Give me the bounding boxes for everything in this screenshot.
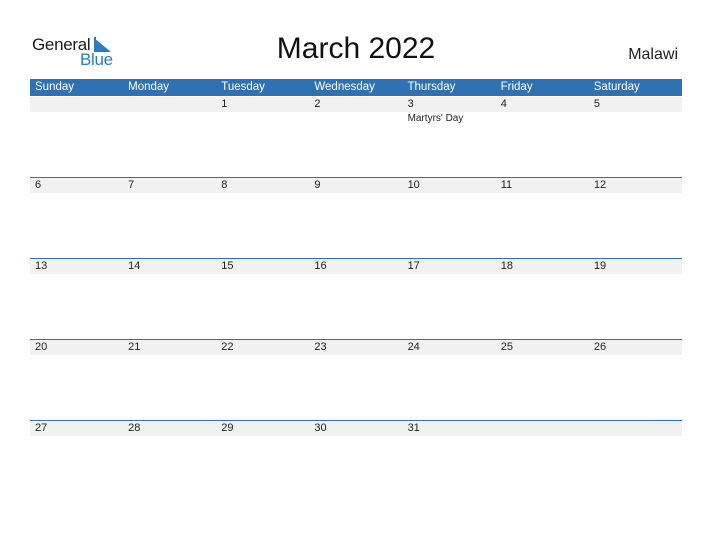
week-row: 13 14 15 16 17 18 19 <box>30 258 682 339</box>
weekday-monday: Monday <box>128 81 170 93</box>
day-cell: 13 <box>30 259 123 339</box>
day-number: 14 <box>128 260 141 272</box>
week-row: 6 7 8 9 10 11 12 <box>30 177 682 258</box>
day-number: 7 <box>128 179 135 191</box>
day-number: 4 <box>500 98 507 110</box>
day-cell: 11 <box>496 178 589 258</box>
weekday-tuesday: Tuesday <box>221 81 265 93</box>
day-cell: 6 <box>30 178 123 258</box>
day-cell: 25 <box>496 340 589 420</box>
day-cell: 17 <box>403 259 496 339</box>
weekday-saturday: Saturday <box>593 81 640 93</box>
day-cell: 31 <box>403 421 496 501</box>
day-number: 26 <box>593 341 607 353</box>
day-cell <box>123 97 216 177</box>
day-cell: 8 <box>216 178 309 258</box>
day-cell: 12 <box>589 178 682 258</box>
day-cell: 28 <box>123 421 216 501</box>
day-cell: 4 <box>496 97 589 177</box>
day-cell <box>30 97 123 177</box>
day-number: 27 <box>35 422 48 434</box>
day-number: 30 <box>314 422 327 434</box>
day-cell: 10 <box>403 178 496 258</box>
day-number: 19 <box>593 260 607 272</box>
day-cell: 21 <box>123 340 216 420</box>
day-cell: 29 <box>216 421 309 501</box>
day-cell: 16 <box>309 259 402 339</box>
day-number: 22 <box>221 341 234 353</box>
day-cell: 2 <box>309 97 402 177</box>
day-number: 31 <box>407 422 420 434</box>
day-number: 8 <box>221 179 228 191</box>
day-number: 18 <box>500 260 513 272</box>
day-number: 20 <box>35 341 48 353</box>
day-cell: 30 <box>309 421 402 501</box>
day-number: 21 <box>128 341 141 353</box>
day-cell: 27 <box>30 421 123 501</box>
day-number: 6 <box>35 179 42 191</box>
day-cell: 24 <box>403 340 496 420</box>
day-cell: 20 <box>30 340 123 420</box>
day-cell: 3 Martyrs' Day <box>403 97 496 177</box>
weekday-header: Sunday Monday Tuesday Wednesday Thursday… <box>30 79 682 96</box>
day-number: 10 <box>407 179 420 191</box>
holiday-label: Martyrs' Day <box>407 113 464 124</box>
week-row: 27 28 29 30 31 <box>30 420 682 501</box>
day-cell: 26 <box>589 340 682 420</box>
day-number: 2 <box>314 98 321 110</box>
day-number: 25 <box>500 341 513 353</box>
day-number: 11 <box>500 179 513 191</box>
weekday-thursday: Thursday <box>407 81 456 93</box>
day-cell: 15 <box>216 259 309 339</box>
day-cell: 5 <box>589 97 682 177</box>
weekday-friday: Friday <box>500 81 533 93</box>
day-number: 29 <box>221 422 234 434</box>
day-number: 28 <box>128 422 141 434</box>
day-number: 16 <box>314 260 327 272</box>
day-number: 5 <box>593 98 600 110</box>
day-cell: 22 <box>216 340 309 420</box>
day-number: 9 <box>314 179 321 191</box>
country-label: Malawi <box>628 46 678 63</box>
day-cell: 9 <box>309 178 402 258</box>
day-number: 15 <box>221 260 234 272</box>
day-number: 3 <box>407 98 414 110</box>
day-cell: 1 <box>216 97 309 177</box>
day-number: 23 <box>314 341 327 353</box>
day-cell <box>589 421 682 501</box>
day-cell: 18 <box>496 259 589 339</box>
week-row: 20 21 22 23 24 25 26 <box>30 339 682 420</box>
day-cell: 7 <box>123 178 216 258</box>
day-cell: 14 <box>123 259 216 339</box>
calendar-title: March 2022 <box>276 32 436 65</box>
day-cell: 23 <box>309 340 402 420</box>
week-row: 1 2 3 Martyrs' Day 4 5 <box>30 97 682 177</box>
weekday-sunday: Sunday <box>35 81 75 93</box>
day-cell <box>496 421 589 501</box>
day-number: 1 <box>221 98 228 110</box>
day-cell: 19 <box>589 259 682 339</box>
day-number: 13 <box>35 260 48 272</box>
weekday-wednesday: Wednesday <box>314 81 375 93</box>
day-number: 24 <box>407 341 420 353</box>
day-number: 12 <box>593 179 607 191</box>
day-number: 17 <box>407 260 420 272</box>
